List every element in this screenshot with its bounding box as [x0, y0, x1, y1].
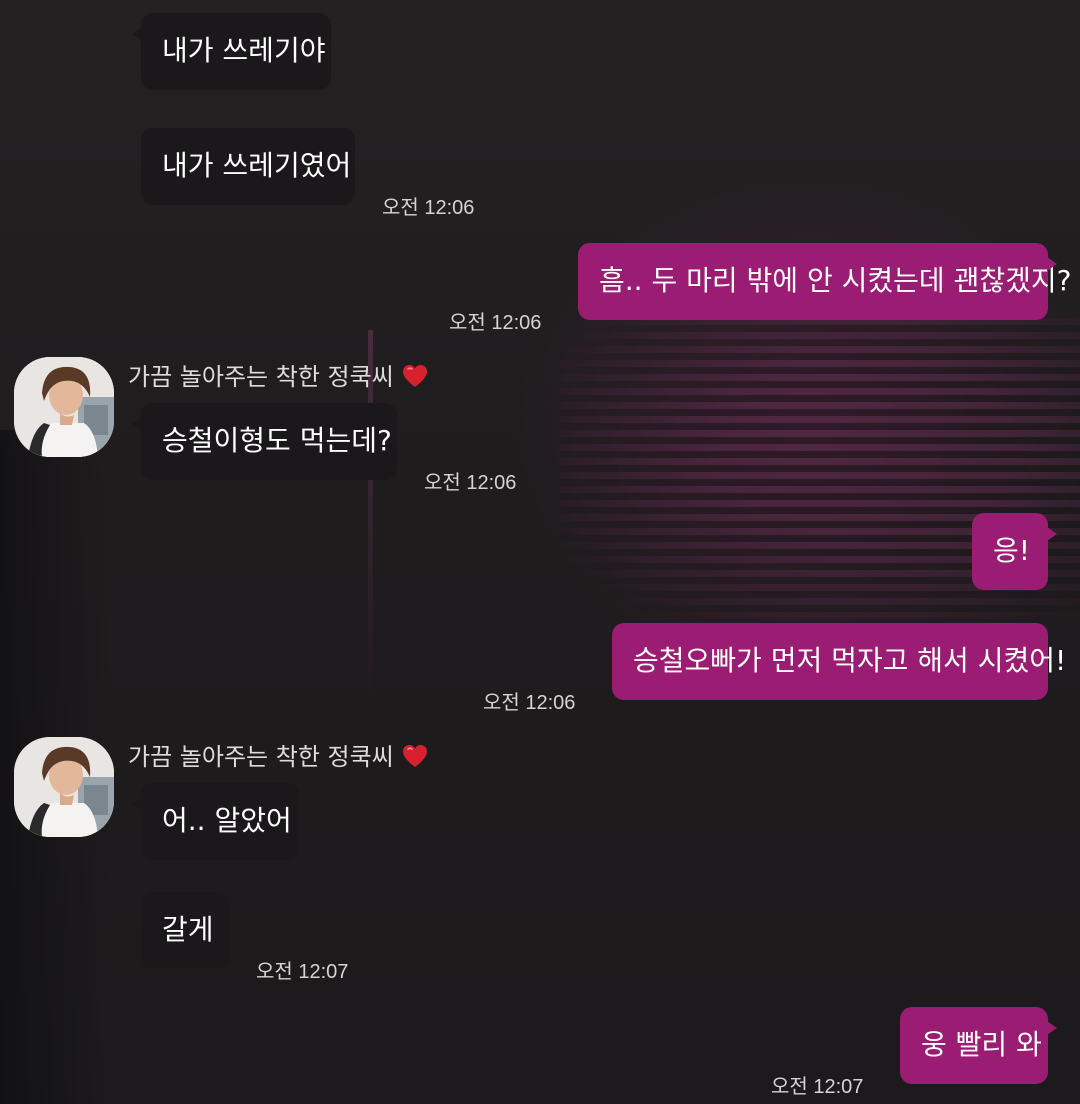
red-heart-icon: [402, 744, 428, 768]
message-timestamp: 오전 12:06: [382, 197, 475, 219]
message-text: 내가 쓰레기였어: [162, 149, 352, 182]
profile-photo: [14, 737, 114, 837]
message-bubble-outgoing[interactable]: 승철오빠가 먼저 먹자고 해서 시켰어!: [612, 623, 1066, 700]
avatar[interactable]: [14, 737, 114, 837]
message-bubble-outgoing[interactable]: 웅 빨리 와: [900, 1007, 1057, 1084]
message-text: 웅 빨리 와: [921, 1028, 1042, 1061]
message-bubble-outgoing[interactable]: 흠.. 두 마리 밖에 안 시켰는데 괜찮겠지?: [578, 243, 1071, 320]
message-timestamp: 오전 12:06: [449, 312, 542, 334]
message-text: 흠.. 두 마리 밖에 안 시켰는데 괜찮겠지?: [599, 264, 1072, 297]
message-timestamp: 오전 12:07: [771, 1076, 864, 1098]
message-text: 내가 쓰레기야: [162, 34, 326, 67]
message-bubble-incoming[interactable]: 어.. 알았어: [132, 783, 299, 860]
message-text: 어.. 알았어: [162, 804, 292, 837]
message-timestamp: 오전 12:06: [483, 692, 576, 714]
message-bubble-outgoing[interactable]: 응!: [972, 513, 1057, 590]
message-bubble-incoming[interactable]: 내가 쓰레기야: [132, 13, 331, 90]
message-timestamp: 오전 12:07: [256, 961, 349, 983]
message-text: 승철이형도 먹는데?: [162, 424, 392, 457]
message-bubble-incoming[interactable]: 내가 쓰레기였어: [141, 128, 355, 205]
avatar[interactable]: [14, 357, 114, 457]
sender-name: 가끔 놀아주는 착한 정쿡씨: [128, 737, 428, 772]
red-heart-icon: [402, 364, 428, 388]
message-bubble-incoming[interactable]: 갈게: [141, 892, 229, 969]
message-bubble-incoming[interactable]: 승철이형도 먹는데?: [132, 403, 397, 480]
message-text: 갈게: [162, 913, 214, 946]
sender-name: 가끔 놀아주는 착한 정쿡씨: [128, 357, 428, 392]
message-timestamp: 오전 12:06: [424, 472, 517, 494]
profile-photo: [14, 357, 114, 457]
message-text: 응!: [993, 534, 1030, 567]
message-text: 승철오빠가 먼저 먹자고 해서 시켰어!: [633, 644, 1067, 677]
